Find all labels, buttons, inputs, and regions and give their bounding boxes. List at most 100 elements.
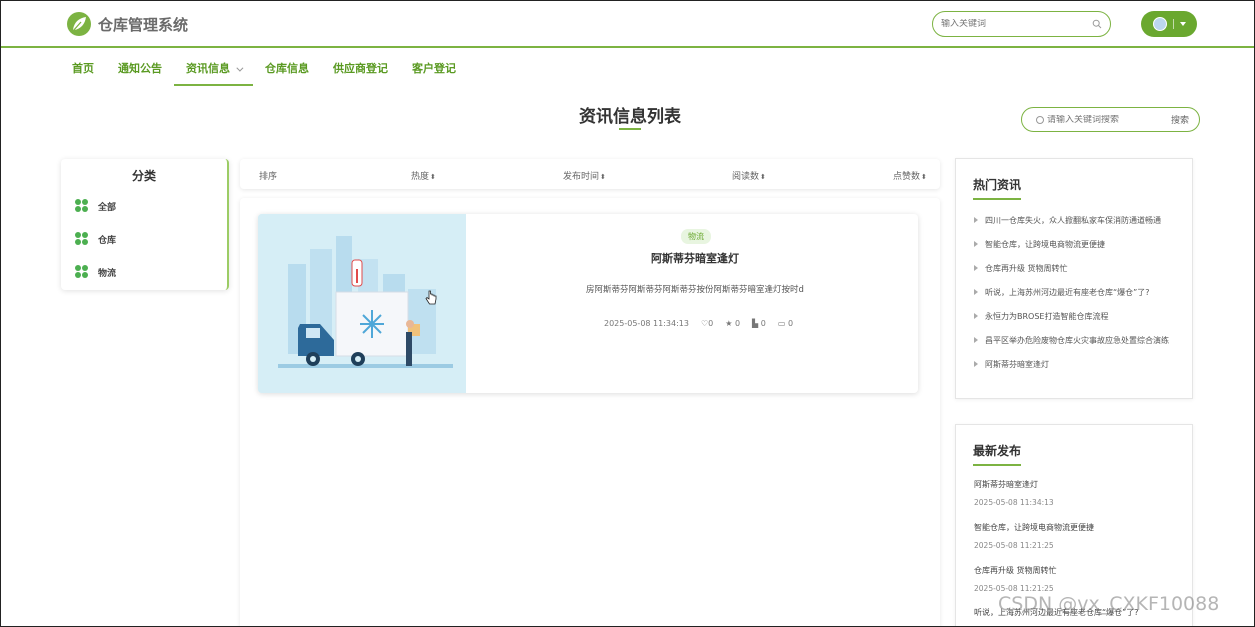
hot-news-label: 智能仓库，让跨境电商物流更便捷 bbox=[985, 240, 1105, 249]
latest-news-label: 智能仓库，让跨境电商物流更便捷 bbox=[974, 523, 1094, 532]
hot-news-item[interactable]: 仓库再升级 货物周转忙 bbox=[974, 263, 1068, 274]
category-item-label: 物流 bbox=[98, 268, 117, 279]
bullet-icon bbox=[974, 337, 978, 343]
sort-option-label: 点赞数 bbox=[893, 172, 921, 182]
chevron-down-icon bbox=[236, 64, 244, 72]
sort-time[interactable]: 发布时间⬍ bbox=[563, 169, 606, 182]
hot-news-item[interactable]: 听说，上海苏州河边最近有座老仓库“爆仓”了? bbox=[974, 287, 1150, 298]
category-item-logistics[interactable]: 物流 bbox=[75, 265, 116, 279]
hot-news-panel: 热门资讯 四川一仓库失火，众人掀翻私家车保消防通道畅通 智能仓库，让跨境电商物流… bbox=[955, 158, 1193, 399]
nav-item-customer[interactable]: 客户登记 bbox=[400, 52, 468, 86]
search-icon bbox=[1036, 115, 1044, 124]
search-button[interactable]: 搜索 bbox=[1171, 113, 1189, 126]
latest-news-label: 仓库再升级 货物周转忙 bbox=[974, 566, 1057, 575]
hot-news-item[interactable]: 永恒力为BROSE打造智能仓库流程 bbox=[974, 311, 1108, 322]
sort-views[interactable]: 阅读数⬍ bbox=[732, 169, 766, 182]
latest-news-item[interactable]: 阿斯蒂芬暗室逢灯 2025-05-08 11:34:13 bbox=[974, 479, 1054, 507]
sort-arrows-icon: ⬍ bbox=[600, 173, 606, 181]
watermark: CSDN @vx_CXKF10088 bbox=[998, 593, 1220, 615]
collect-value: 0 bbox=[760, 319, 766, 328]
latest-news-date: 2025-05-08 11:34:13 bbox=[974, 498, 1054, 507]
latest-news-title: 最新发布 bbox=[973, 442, 1022, 466]
news-title[interactable]: 阿斯蒂芬暗室逢灯 bbox=[466, 250, 918, 266]
nav-item-supplier[interactable]: 供应商登记 bbox=[321, 52, 400, 86]
top-search-input[interactable] bbox=[941, 19, 1081, 29]
divider bbox=[1172, 19, 1174, 29]
bullet-icon bbox=[974, 217, 978, 223]
news-search-box[interactable]: 搜索 bbox=[1021, 107, 1200, 132]
sort-option-label: 阅读数 bbox=[732, 172, 760, 182]
latest-news-date: 2025-05-08 11:21:25 bbox=[974, 584, 1054, 593]
nav-item-notice[interactable]: 通知公告 bbox=[106, 52, 174, 86]
collect-icon: ▙ bbox=[752, 319, 761, 328]
hot-news-item[interactable]: 四川一仓库失火，众人掀翻私家车保消防通道畅通 bbox=[974, 215, 1161, 226]
hot-news-title: 热门资讯 bbox=[973, 176, 1022, 200]
hot-news-item[interactable]: 阿斯蒂芬暗室逢灯 bbox=[974, 359, 1049, 370]
sort-bar: 排序 热度⬍ 发布时间⬍ 阅读数⬍ 点赞数⬍ bbox=[240, 159, 940, 189]
nav-item-news[interactable]: 资讯信息 bbox=[174, 52, 253, 86]
latest-news-item[interactable]: 智能仓库，让跨境电商物流更便捷 2025-05-08 11:21:25 bbox=[974, 522, 1094, 550]
sort-hot[interactable]: 热度⬍ bbox=[411, 169, 436, 182]
main-nav: 首页 通知公告 资讯信息 仓库信息 供应商登记 客户登记 bbox=[60, 52, 468, 86]
page-title: 资讯信息列表 bbox=[579, 107, 681, 127]
hot-news-item[interactable]: 昌平区举办危险废物仓库火灾事故应急处置综合演练 bbox=[974, 335, 1169, 346]
hot-news-label: 昌平区举办危险废物仓库火灾事故应急处置综合演练 bbox=[985, 336, 1169, 345]
sort-option-label: 发布时间 bbox=[563, 172, 600, 182]
top-search-box[interactable] bbox=[932, 11, 1111, 37]
bullet-icon bbox=[974, 361, 978, 367]
leaf-logo-icon bbox=[67, 12, 91, 36]
nav-item-warehouse[interactable]: 仓库信息 bbox=[253, 52, 321, 86]
user-menu-button[interactable] bbox=[1141, 11, 1197, 37]
clover-icon bbox=[75, 232, 89, 246]
bullet-icon bbox=[974, 241, 978, 247]
sort-arrows-icon: ⬍ bbox=[921, 173, 927, 181]
news-card[interactable]: 物流 阿斯蒂芬暗室逢灯 房阿斯蒂芬阿斯蒂芬阿斯蒂芬按份阿斯蒂芬暗室逢灯按时d 2… bbox=[258, 214, 918, 393]
news-time: 2025-05-08 11:34:13 bbox=[604, 319, 689, 328]
bullet-icon bbox=[974, 313, 978, 319]
news-list: 物流 阿斯蒂芬暗室逢灯 房阿斯蒂芬阿斯蒂芬阿斯蒂芬按份阿斯蒂芬暗室逢灯按时d 2… bbox=[240, 198, 940, 627]
comment-value: 0 bbox=[787, 319, 794, 328]
sort-likes[interactable]: 点赞数⬍ bbox=[893, 169, 927, 182]
bullet-icon bbox=[974, 289, 978, 295]
top-header: 仓库管理系统 bbox=[0, 0, 1255, 48]
category-item-warehouse[interactable]: 仓库 bbox=[75, 232, 116, 246]
clover-icon bbox=[75, 199, 89, 213]
search-icon[interactable] bbox=[1092, 19, 1102, 29]
latest-news-label: 阿斯蒂芬暗室逢灯 bbox=[974, 480, 1038, 489]
news-desc: 房阿斯蒂芬阿斯蒂芬阿斯蒂芬按份阿斯蒂芬暗室逢灯按时d bbox=[586, 285, 804, 295]
like-count: ♡0 bbox=[701, 319, 713, 328]
like-value: 0 bbox=[708, 319, 714, 328]
category-item-all[interactable]: 全部 bbox=[75, 199, 116, 213]
collect-count: ▙ 0 bbox=[752, 319, 766, 328]
nav-item-home[interactable]: 首页 bbox=[60, 52, 106, 86]
app-title: 仓库管理系统 bbox=[98, 15, 189, 34]
avatar bbox=[1152, 17, 1167, 31]
app-logo[interactable]: 仓库管理系统 bbox=[66, 11, 188, 37]
star-value: 0 bbox=[734, 319, 741, 328]
nav-item-news-label: 资讯信息 bbox=[186, 62, 230, 75]
category-panel: 分类 全部 仓库 物流 bbox=[61, 159, 229, 290]
hot-news-label: 仓库再升级 货物周转忙 bbox=[985, 264, 1068, 273]
news-meta: 2025-05-08 11:34:13 ♡0 ★ 0 ▙ 0 ▭ 0 bbox=[604, 319, 793, 328]
hot-news-label: 永恒力为BROSE打造智能仓库流程 bbox=[985, 312, 1109, 321]
news-search-input[interactable] bbox=[1047, 114, 1167, 125]
category-title: 分类 bbox=[131, 169, 156, 183]
sort-arrows-icon: ⬍ bbox=[760, 173, 766, 181]
comment-count: ▭ 0 bbox=[778, 319, 793, 328]
hot-news-label: 阿斯蒂芬暗室逢灯 bbox=[985, 360, 1049, 369]
hot-news-label: 四川一仓库失火，众人掀翻私家车保消防通道畅通 bbox=[985, 216, 1161, 225]
sort-option-label: 热度 bbox=[411, 172, 430, 182]
category-item-label: 仓库 bbox=[98, 235, 117, 246]
title-underline bbox=[619, 128, 641, 130]
hot-news-item[interactable]: 智能仓库，让跨境电商物流更便捷 bbox=[974, 239, 1105, 250]
latest-news-item[interactable]: 仓库再升级 货物周转忙 2025-05-08 11:21:25 bbox=[974, 565, 1057, 593]
bullet-icon bbox=[974, 265, 978, 271]
hand-cursor-icon bbox=[425, 290, 437, 305]
sort-arrows-icon: ⬍ bbox=[430, 173, 436, 181]
clover-icon bbox=[75, 265, 89, 279]
comment-icon: ▭ bbox=[777, 319, 788, 328]
star-icon: ★ bbox=[725, 319, 735, 328]
star-count: ★ 0 bbox=[725, 319, 740, 328]
sort-label: 排序 bbox=[259, 172, 278, 182]
news-tag: 物流 bbox=[681, 229, 711, 244]
